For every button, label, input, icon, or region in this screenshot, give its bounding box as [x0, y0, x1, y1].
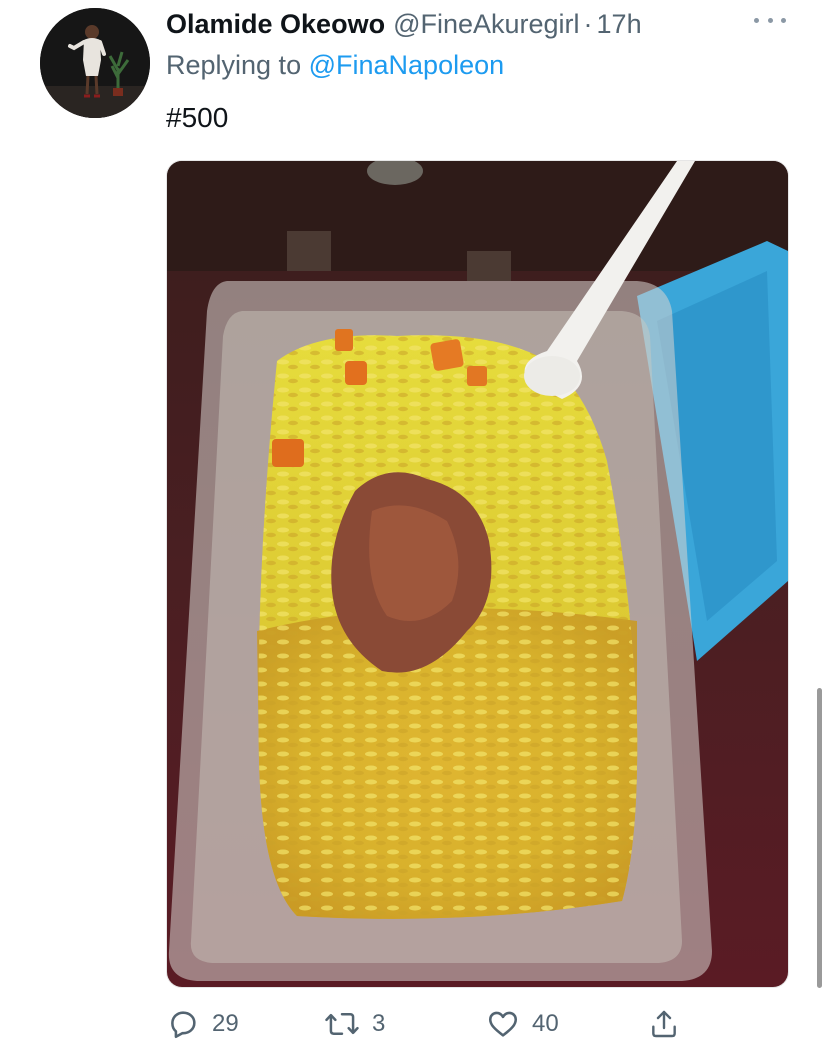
tweet-text[interactable]: #500	[166, 102, 228, 134]
retweet-count: 3	[372, 1010, 386, 1037]
replying-to-mention[interactable]: @FinaNapoleon	[309, 50, 505, 80]
reply-icon	[171, 1011, 196, 1039]
food-photo	[167, 161, 788, 987]
share-button[interactable]	[648, 1002, 680, 1046]
heart-icon	[488, 1011, 518, 1037]
like-count: 40	[532, 1010, 559, 1037]
replying-prefix: Replying to	[166, 50, 302, 80]
more-horizontal-icon[interactable]	[754, 10, 786, 30]
replying-to: Replying to @FinaNapoleon	[166, 50, 504, 81]
scrollbar[interactable]	[817, 688, 822, 988]
tweet-header: Olamide Okeowo @FineAkuregirl · 17h	[166, 6, 768, 42]
tweet-media-image[interactable]	[166, 160, 789, 988]
avatar-photo	[40, 8, 150, 118]
retweet-button[interactable]: 3	[324, 1002, 385, 1046]
reply-button[interactable]: 29	[166, 1002, 239, 1046]
like-button[interactable]: 40	[486, 1002, 559, 1046]
reply-count: 29	[212, 1010, 239, 1037]
share-icon	[652, 1010, 676, 1038]
tweet-actions: 29 3 40	[166, 1002, 686, 1046]
retweet-icon	[325, 1013, 359, 1035]
tweet-time[interactable]: 17h	[597, 9, 642, 40]
user-handle[interactable]: @FineAkuregirl	[393, 9, 579, 40]
avatar[interactable]	[40, 8, 150, 118]
separator-dot: ·	[583, 8, 593, 39]
display-name[interactable]: Olamide Okeowo	[166, 9, 385, 40]
